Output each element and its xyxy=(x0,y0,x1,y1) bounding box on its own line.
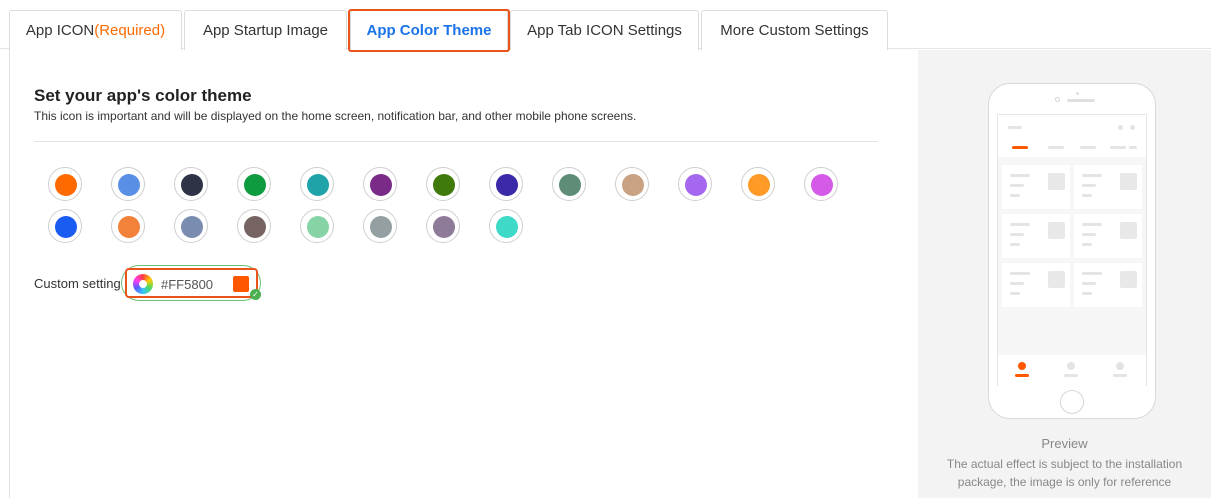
color-swatch[interactable] xyxy=(300,167,334,201)
color-swatch[interactable] xyxy=(237,209,271,243)
color-swatch-fill xyxy=(496,216,518,238)
hex-color-input[interactable] xyxy=(161,274,231,294)
tab-app-tab-icon-settings-label: App Tab ICON Settings xyxy=(527,22,682,39)
color-swatch-fill xyxy=(307,174,329,196)
color-swatch[interactable] xyxy=(741,167,775,201)
screen-tab-bar xyxy=(998,355,1146,386)
color-swatch[interactable] xyxy=(615,167,649,201)
tab-bar: App ICON (Required) App Startup Image App… xyxy=(0,0,1211,52)
phone-mockup xyxy=(988,83,1156,419)
color-swatch-fill xyxy=(244,216,266,238)
tab-more-custom-settings[interactable]: More Custom Settings xyxy=(701,10,888,50)
color-swatch-fill xyxy=(307,216,329,238)
color-swatch[interactable] xyxy=(426,167,460,201)
color-swatch[interactable] xyxy=(111,209,145,243)
color-swatch-fill xyxy=(181,174,203,196)
color-swatch-fill xyxy=(433,216,455,238)
color-swatch-fill xyxy=(370,216,392,238)
color-swatch[interactable] xyxy=(48,209,82,243)
color-wheel-icon[interactable] xyxy=(133,274,153,294)
color-swatch[interactable] xyxy=(678,167,712,201)
tab-app-icon[interactable]: App ICON (Required) xyxy=(9,10,182,50)
phone-home-button xyxy=(1060,390,1084,414)
color-swatch-fill xyxy=(496,174,518,196)
color-swatch-fill xyxy=(433,174,455,196)
preview-note-line-2: package, the image is only for reference xyxy=(957,475,1172,489)
color-swatch-fill xyxy=(559,174,581,196)
color-swatch[interactable] xyxy=(363,167,397,201)
color-swatch-fill xyxy=(118,174,140,196)
phone-speaker xyxy=(1067,99,1095,102)
preview-panel: Preview The actual effect is subject to … xyxy=(918,50,1211,498)
tab-app-icon-label: App ICON xyxy=(25,22,95,39)
color-swatch[interactable] xyxy=(363,209,397,243)
check-icon: ✓ xyxy=(250,289,261,300)
color-swatch-fill xyxy=(181,216,203,238)
color-swatch[interactable] xyxy=(489,167,523,201)
required-marker: (Required) xyxy=(94,22,166,39)
tab-app-startup-image[interactable]: App Startup Image xyxy=(184,10,347,50)
color-swatch-fill xyxy=(55,216,77,238)
color-swatch[interactable] xyxy=(489,209,523,243)
tab-app-color-theme[interactable]: App Color Theme xyxy=(350,10,508,50)
preview-note-line-1: The actual effect is subject to the inst… xyxy=(946,457,1183,471)
color-swatch-fill xyxy=(811,174,833,196)
color-swatch-fill xyxy=(622,174,644,196)
color-swatch-fill xyxy=(55,174,77,196)
color-swatch-fill xyxy=(118,216,140,238)
tab-app-tab-icon-settings[interactable]: App Tab ICON Settings xyxy=(510,10,699,50)
section-divider xyxy=(34,141,878,142)
color-swatch[interactable] xyxy=(237,167,271,201)
color-swatch[interactable] xyxy=(804,167,838,201)
color-swatch[interactable] xyxy=(174,209,208,243)
page-title: Set your app's color theme xyxy=(34,86,252,105)
color-swatch[interactable] xyxy=(426,209,460,243)
custom-color-picker[interactable] xyxy=(125,268,258,298)
preview-title: Preview xyxy=(1041,436,1088,451)
screen-header xyxy=(998,115,1146,157)
screen-tab-icon-active xyxy=(1018,362,1026,370)
color-swatch[interactable] xyxy=(300,209,334,243)
page-subtitle: This icon is important and will be displ… xyxy=(34,109,637,123)
color-swatch[interactable] xyxy=(111,167,145,201)
tab-app-color-theme-label: App Color Theme xyxy=(366,22,492,39)
color-preview-chip xyxy=(233,276,249,292)
color-swatch-fill xyxy=(748,174,770,196)
color-swatch[interactable] xyxy=(48,167,82,201)
screen-tab-active xyxy=(1012,146,1028,149)
custom-setting-label: Custom setting xyxy=(34,276,121,291)
color-swatch-fill xyxy=(370,174,392,196)
tab-app-startup-image-label: App Startup Image xyxy=(202,22,329,39)
tab-more-custom-settings-label: More Custom Settings xyxy=(720,22,869,39)
color-swatch-fill xyxy=(685,174,707,196)
color-swatch[interactable] xyxy=(174,167,208,201)
phone-camera xyxy=(1055,97,1060,102)
preview-note: The actual effect is subject to the inst… xyxy=(918,455,1211,491)
color-swatch[interactable] xyxy=(552,167,586,201)
phone-screen xyxy=(997,114,1147,386)
color-swatch-fill xyxy=(244,174,266,196)
